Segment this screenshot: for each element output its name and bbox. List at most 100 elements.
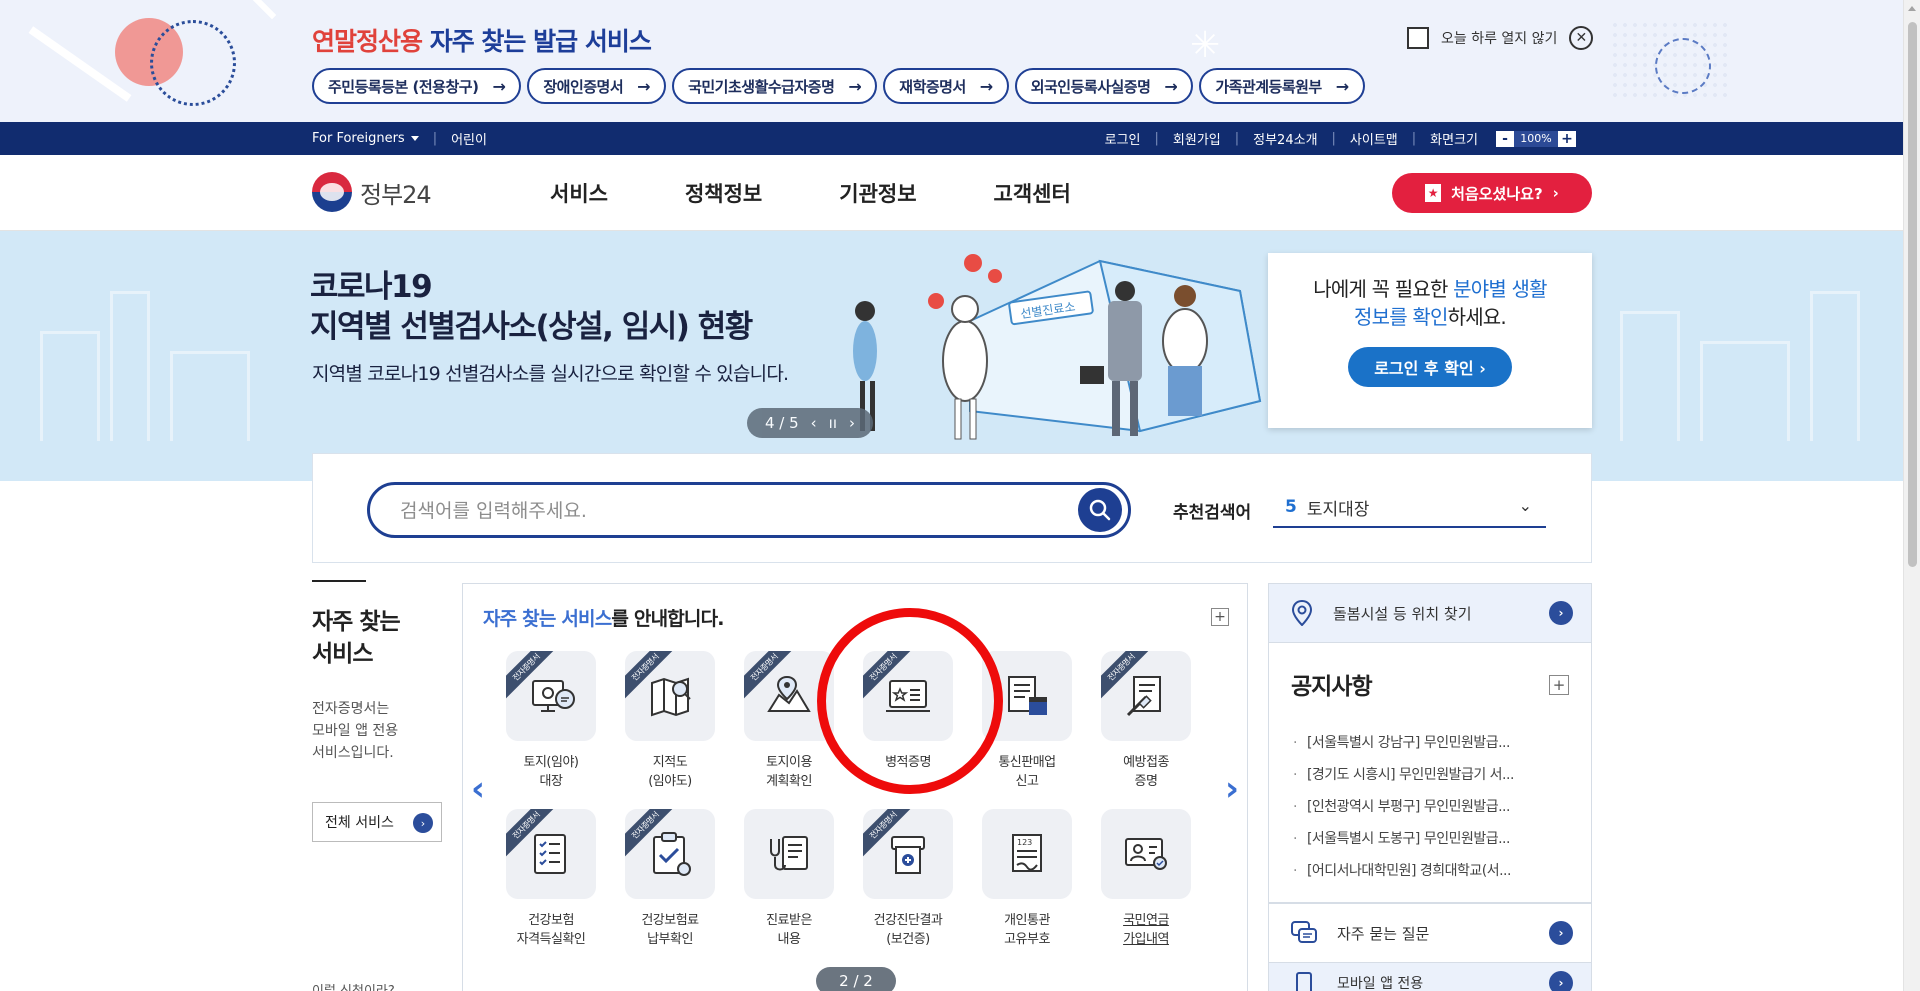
search-button[interactable] xyxy=(1078,488,1122,532)
medical-record-icon xyxy=(770,836,808,871)
scroll-up-icon[interactable] xyxy=(1908,6,1916,11)
notice-item[interactable]: [서울특별시 강남구] 무인민원발급... xyxy=(1293,727,1514,759)
insurance-payment-icon xyxy=(653,832,691,876)
kids-link[interactable]: 어린이 xyxy=(451,129,487,148)
land-register-icon xyxy=(532,680,575,712)
prev-slide-button[interactable]: ‹ xyxy=(811,414,817,432)
service-item[interactable]: 국민연금 가입내역 xyxy=(1101,809,1191,949)
page: ✳ 연말정산용 자주 찾는 발급 서비스 주민등록등본 (전용창구) → 장애인증… xyxy=(0,0,1920,991)
services-prev-button[interactable]: ‹ xyxy=(471,769,485,809)
howto-link[interactable]: 이럴 신청이라? xyxy=(312,980,395,991)
login-link[interactable]: 로그인 xyxy=(1105,129,1141,148)
service-item[interactable]: 진료받은 내용 xyxy=(744,809,834,949)
site-logo[interactable]: 정부24 xyxy=(312,172,432,212)
search-icon xyxy=(1089,499,1111,521)
service-item[interactable]: 전자증명서 지적도 (임야도) xyxy=(625,651,715,791)
slide-counter: 4 / 5 xyxy=(764,414,799,432)
site-header: 정부24 서비스 정책정보 기관정보 고객센터 ★ 처음오셨나요? › xyxy=(0,155,1903,231)
screening-clinic-illustration: 선별진료소 xyxy=(853,254,1262,440)
services-next-button[interactable]: › xyxy=(1225,769,1239,809)
divider: | xyxy=(1411,131,1417,146)
service-tile xyxy=(744,809,834,899)
close-icon[interactable]: ✕ xyxy=(1569,26,1594,50)
faq-link[interactable]: 자주 묻는 질문 › xyxy=(1268,903,1592,963)
scrollbar-thumb[interactable] xyxy=(1908,22,1917,567)
arrow-right-icon: → xyxy=(1335,76,1349,96)
divider: | xyxy=(1234,131,1240,146)
search-input[interactable] xyxy=(400,497,1040,525)
notice-more-button[interactable]: + xyxy=(1549,675,1569,695)
promo-title-highlight: 연말정산용 xyxy=(312,27,423,56)
service-item[interactable]: 전자증명서 건강보험료 납부확인 xyxy=(625,809,715,949)
search-panel: 추천검색어 5 토지대장 ⌄ xyxy=(312,453,1592,563)
services-page-indicator: 2 / 2 xyxy=(816,967,896,991)
more-services-button[interactable]: + xyxy=(1211,608,1229,626)
sitemap-link[interactable]: 사이트맵 xyxy=(1350,129,1398,148)
notice-item[interactable]: [인천광역시 부평구] 무인민원발급... xyxy=(1293,791,1514,823)
notice-item[interactable]: [어디서나대학민원] 경희대학교(서... xyxy=(1293,855,1514,887)
service-item[interactable]: 123 개인통관 고유부호 xyxy=(982,809,1072,949)
decoration xyxy=(1700,341,1790,441)
service-item[interactable]: 전자증명서 예방접종 증명 xyxy=(1101,651,1191,791)
service-item[interactable]: 전자증명서 토지(임야) 대장 xyxy=(506,651,596,791)
logo-text: 정부24 xyxy=(360,180,432,209)
promo-link-enrollment-cert[interactable]: 재학증명서 → xyxy=(883,68,1009,104)
pause-slide-button[interactable]: ıı xyxy=(829,414,837,432)
service-item[interactable]: 통신판매업 신고 xyxy=(982,651,1072,791)
recommended-keyword-select[interactable]: 5 토지대장 ⌄ xyxy=(1273,488,1546,528)
divider: | xyxy=(1331,131,1336,146)
promo-link-resident-register[interactable]: 주민등록등본 (전용창구) → xyxy=(312,68,522,104)
health-check-icon xyxy=(891,836,925,874)
nav-customer-center[interactable]: 고객센터 xyxy=(994,178,1071,208)
service-item[interactable]: 전자증명서 병적증명 xyxy=(863,651,953,791)
service-item[interactable]: 전자증명서 건강진단결과 (보건증) xyxy=(863,809,953,949)
service-label: 토지(임야) 대장 xyxy=(523,755,579,789)
nav-services[interactable]: 서비스 xyxy=(550,178,608,208)
promo-link-foreigner-register[interactable]: 외국인등록사실증명 → xyxy=(1014,68,1194,104)
location-search-link[interactable]: 돌봄시설 등 위치 찾기 › xyxy=(1268,583,1592,643)
svg-text:123: 123 xyxy=(1017,838,1032,847)
first-visit-button[interactable]: ★ 처음오셨나요? › xyxy=(1392,173,1592,213)
arrow-right-icon: → xyxy=(637,76,651,96)
chevron-right-icon: › xyxy=(1549,921,1573,945)
services-grid: 전자증명서 토지(임야) 대장 전자증명서 지적도 (임야도) 전자증명서 토지이용 계획… xyxy=(506,651,1191,949)
service-item[interactable]: 전자증명서 토지이용 계획확인 xyxy=(744,651,834,791)
decoration xyxy=(110,291,150,441)
next-slide-button[interactable]: › xyxy=(849,414,855,432)
main-nav: 서비스 정책정보 기관정보 고객센터 xyxy=(550,155,1071,231)
zoom-out-button[interactable]: - xyxy=(1496,130,1514,147)
notice-item[interactable]: [경기도 시흥시] 무인민원발급기 서... xyxy=(1293,759,1514,791)
signup-link[interactable]: 회원가입 xyxy=(1173,129,1221,148)
zoom-in-button[interactable]: + xyxy=(1558,130,1576,147)
login-check-button[interactable]: 로그인 후 확인 › xyxy=(1348,347,1512,387)
nav-agencies[interactable]: 기관정보 xyxy=(839,178,916,208)
nav-policy[interactable]: 정책정보 xyxy=(685,178,762,208)
decoration xyxy=(1655,38,1711,94)
msg-highlight: 분야별 생활 xyxy=(1453,277,1547,301)
vertical-scrollbar[interactable] xyxy=(1903,0,1920,991)
service-item[interactable]: 전자증명서 건강보험 자격득실확인 xyxy=(506,809,596,949)
promo-link-label: 국민기초생활수급자증명 xyxy=(688,77,835,96)
services-heading-rest: 를 안내합니다. xyxy=(611,608,724,630)
close-today-checkbox[interactable] xyxy=(1407,27,1429,49)
close-today-label[interactable]: 오늘 하루 열지 않기 xyxy=(1441,28,1557,48)
decoration xyxy=(28,26,132,102)
promo-link-disability-cert[interactable]: 장애인증명서 → xyxy=(527,68,667,104)
section-title-line1: 자주 찾는 xyxy=(312,609,401,635)
promo-link-family-register[interactable]: 가족관계등록원부 → xyxy=(1199,68,1365,104)
promo-link-label: 재학증명서 xyxy=(899,77,966,96)
hero-title: 코로나19 지역별 선별검사소(상설, 임시) 현황 xyxy=(310,267,753,347)
promo-link-basic-livelihood[interactable]: 국민기초생활수급자증명 → xyxy=(672,68,878,104)
all-services-button[interactable]: 전체 서비스 › xyxy=(312,802,442,842)
notice-item[interactable]: [서울특별시 도봉구] 무인민원발급... xyxy=(1293,823,1514,855)
right-sidebar: 돌봄시설 등 위치 찾기 › 공지사항 + [서울특별시 강남구] 무인민원발급… xyxy=(1268,583,1592,991)
divider: | xyxy=(432,131,438,146)
mobile-app-link[interactable]: 모바일 앱 전용 › xyxy=(1268,963,1592,991)
about-link[interactable]: 정부24소개 xyxy=(1253,129,1317,148)
service-tile: 전자증명서 xyxy=(625,809,715,899)
service-tile: 전자증명서 xyxy=(744,651,834,741)
arrow-right-icon: → xyxy=(492,76,506,96)
msg-highlight: 정보를 확인 xyxy=(1354,305,1448,329)
services-heading-highlight: 자주 찾는 서비스 xyxy=(483,608,612,630)
for-foreigners-dropdown[interactable]: For Foreigners xyxy=(312,131,419,146)
